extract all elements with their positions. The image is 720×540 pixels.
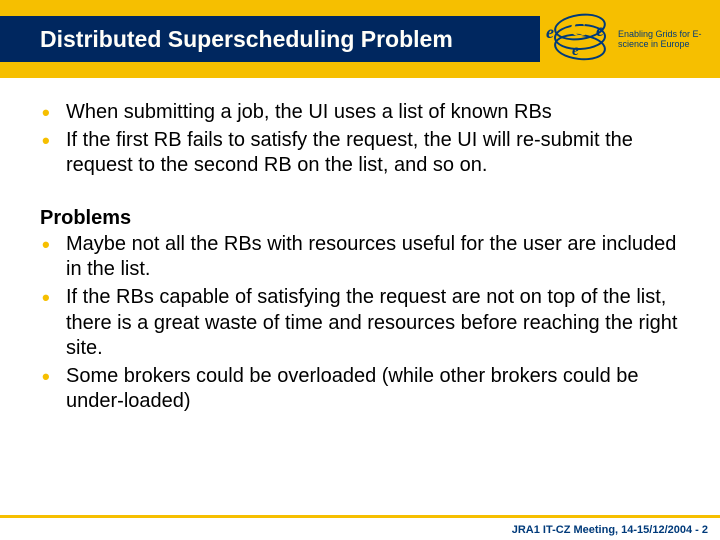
egee-logo: e G e e Enabling Grids for E-science in … [550, 6, 710, 72]
footer-text: JRA1 IT-CZ Meeting, 14-15/12/2004 - 2 [512, 524, 708, 536]
list-item: If the RBs capable of satisfying the req… [40, 285, 680, 362]
slide-header: Distributed Superscheduling Problem e G … [0, 0, 720, 78]
list-item: Maybe not all the RBs with resources use… [40, 232, 680, 283]
list-item: If the first RB fails to satisfy the req… [40, 128, 680, 179]
egee-logo-mark: e G e e [550, 14, 612, 64]
logo-tagline: Enabling Grids for E-science in Europe [618, 29, 710, 50]
title-bar: Distributed Superscheduling Problem [0, 16, 540, 62]
problems-bullet-list: Maybe not all the RBs with resources use… [40, 232, 680, 415]
list-item: Some brokers could be overloaded (while … [40, 364, 680, 415]
slide-content: When submitting a job, the UI uses a lis… [0, 78, 720, 415]
intro-bullet-list: When submitting a job, the UI uses a lis… [40, 100, 680, 179]
section-title: Problems [40, 207, 680, 230]
slide-title: Distributed Superscheduling Problem [40, 26, 453, 53]
footer-divider [0, 515, 720, 518]
list-item: When submitting a job, the UI uses a lis… [40, 100, 680, 126]
